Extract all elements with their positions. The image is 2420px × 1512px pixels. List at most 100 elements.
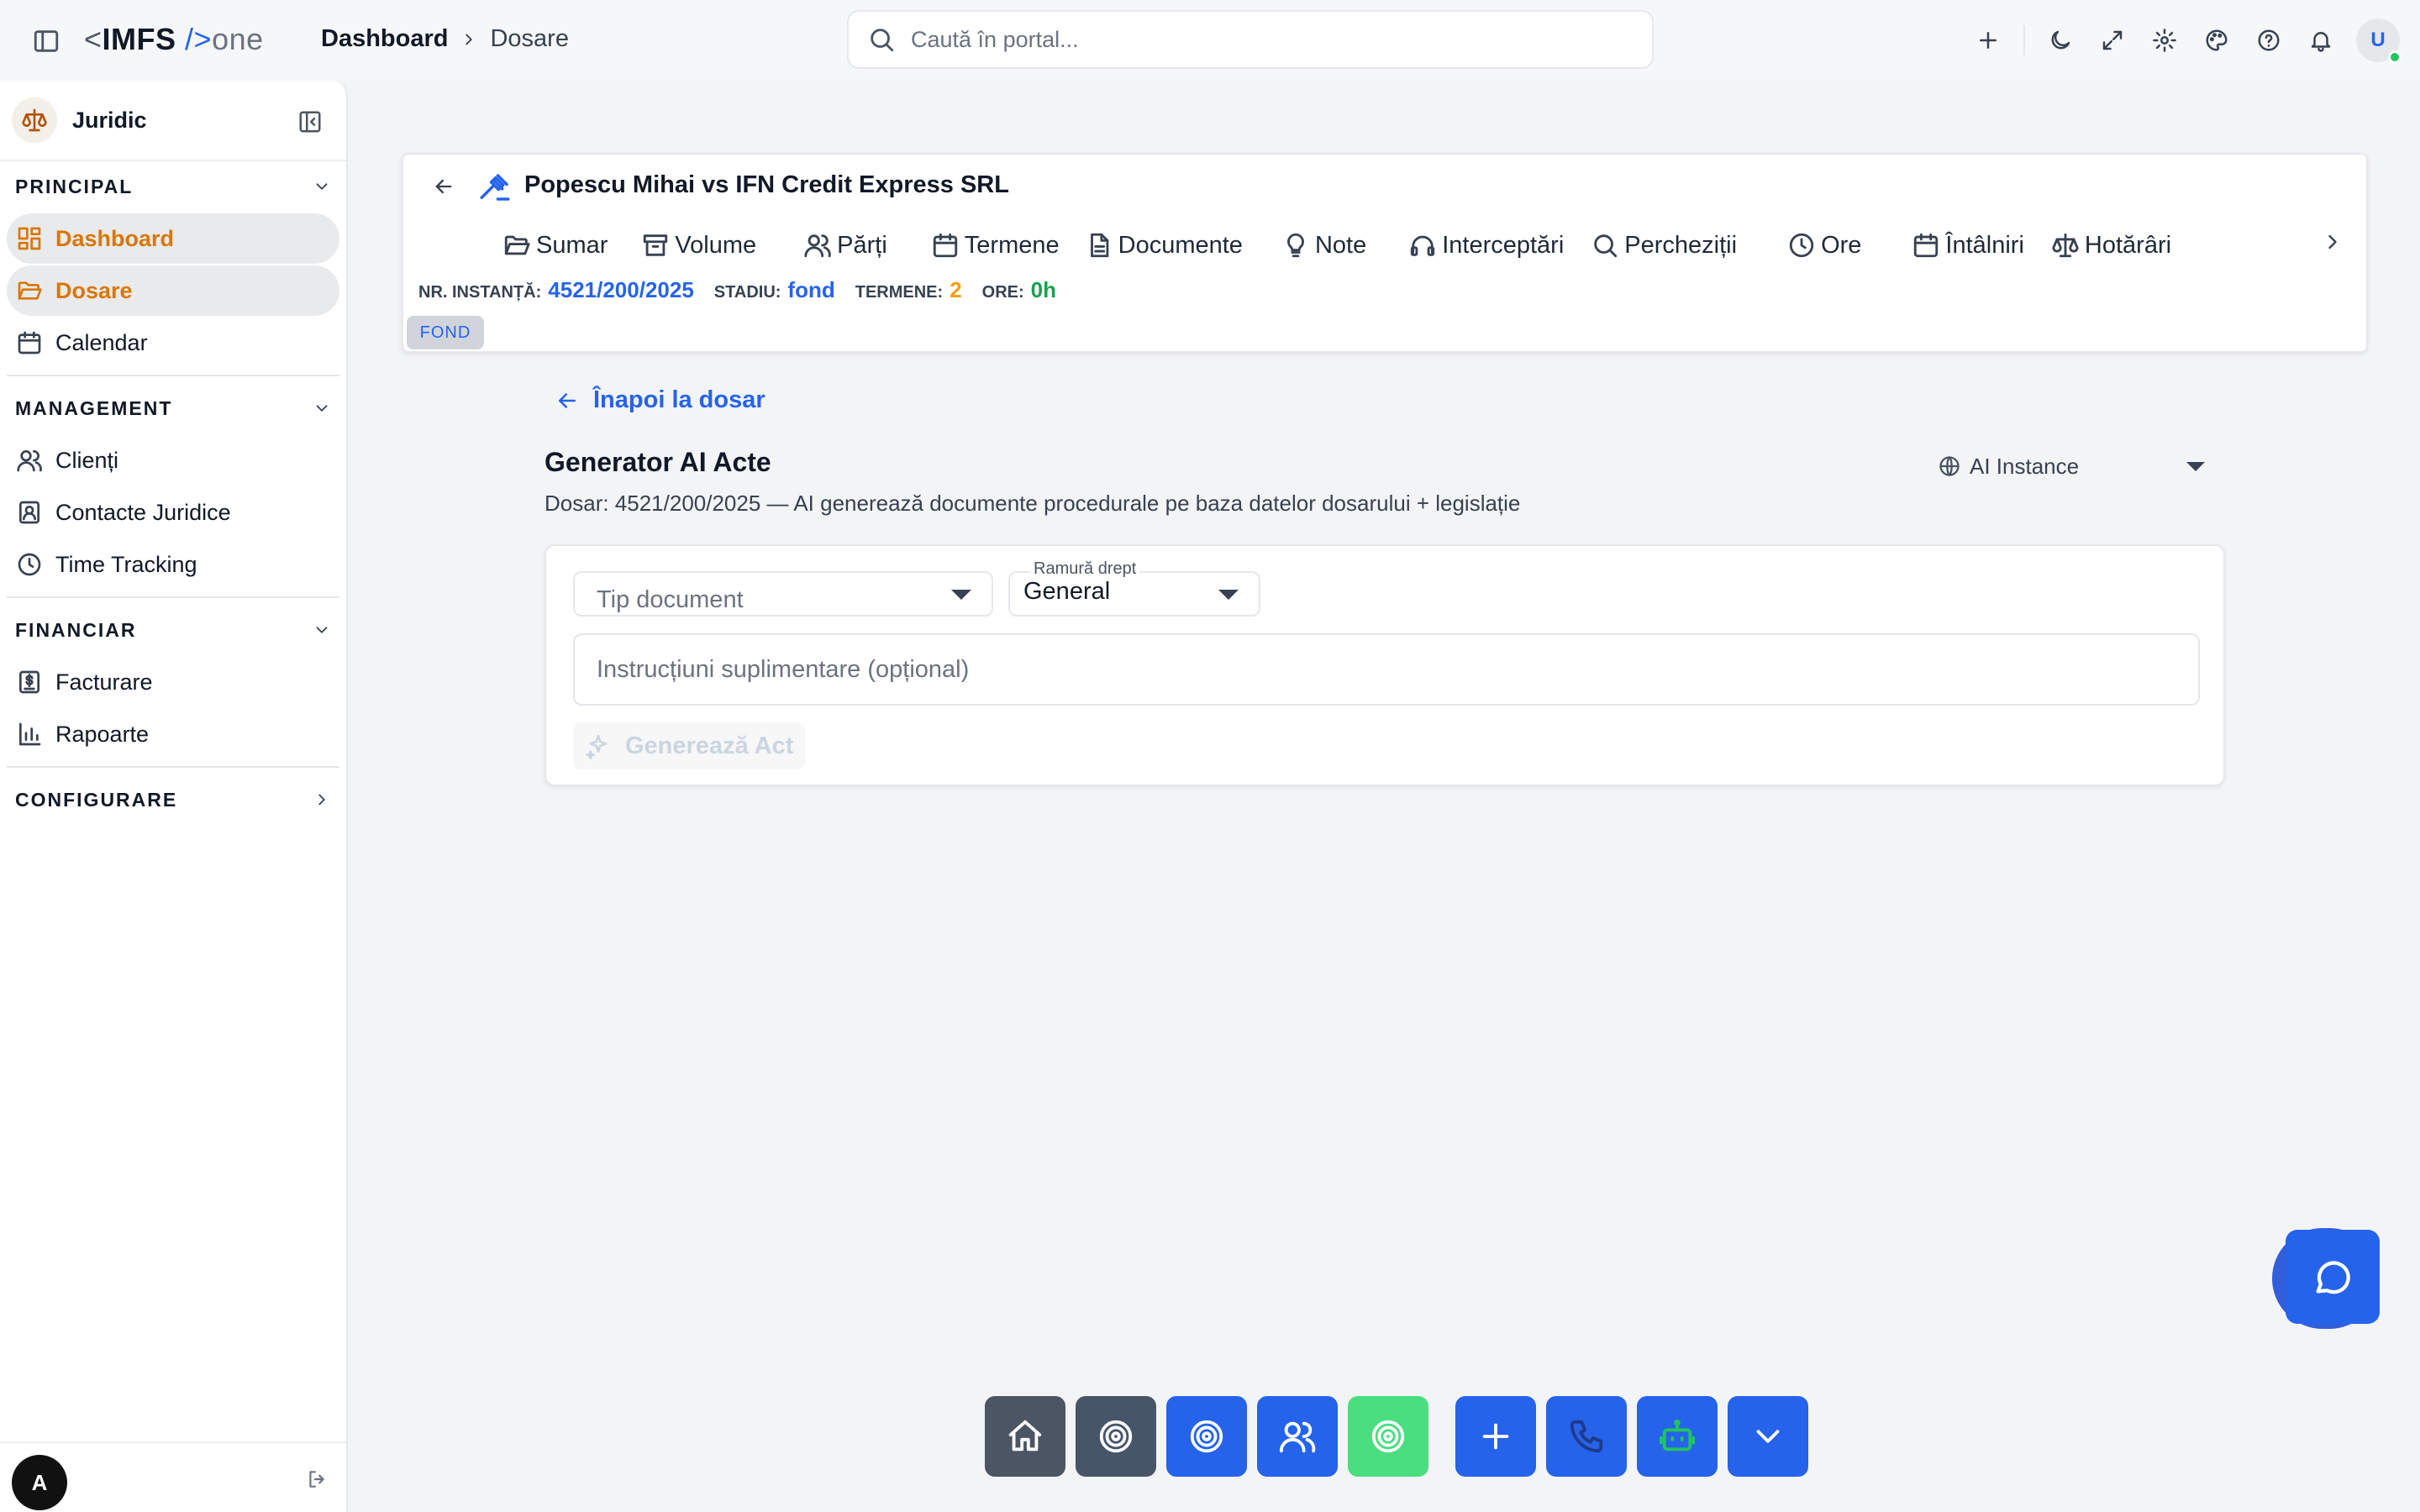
- search-placeholder: Caută în portal...: [911, 26, 1079, 52]
- dock-target-button-1[interactable]: [1076, 1396, 1156, 1477]
- chat-bubble-icon: [2316, 1261, 2350, 1294]
- sidebar-toggle-icon[interactable]: [32, 27, 60, 55]
- generate-act-button[interactable]: Generează Act: [573, 722, 806, 769]
- tab-label: Sumar: [536, 231, 608, 259]
- folder-open-icon: [13, 275, 45, 307]
- robot-icon: [1659, 1419, 1696, 1452]
- law-branch-value: General: [1023, 578, 1111, 605]
- tab-label: Note: [1314, 231, 1367, 259]
- sidebar-item-dashboard[interactable]: Dashboard: [7, 213, 339, 264]
- fullscreen-icon[interactable]: [2096, 24, 2129, 57]
- ai-instance-select[interactable]: AI Instance: [1924, 442, 2223, 491]
- sparkles-icon: [586, 734, 608, 759]
- app-logo[interactable]: <IMFS />one: [84, 22, 264, 57]
- tab-label: Volume: [675, 231, 757, 259]
- sidebar-item-calendar[interactable]: Calendar: [7, 318, 339, 368]
- status-badge: FOND: [407, 316, 484, 349]
- dock-phone-button[interactable]: [1546, 1396, 1627, 1477]
- top-bar: <IMFS />one Dashboard Dosare Caută în po…: [0, 0, 2420, 81]
- back-link-label: Înapoi la dosar: [593, 386, 765, 413]
- sidebar-item-label: Rapoarte: [55, 721, 150, 747]
- dock-expand-button[interactable]: [1728, 1396, 1808, 1477]
- palette-icon[interactable]: [2200, 24, 2233, 57]
- tab-note[interactable]: Note: [1281, 225, 1366, 265]
- sidebar-divider: [7, 375, 339, 376]
- arrow-left-icon: [559, 392, 576, 408]
- gear-icon[interactable]: [2148, 24, 2181, 57]
- target-icon: [1099, 1420, 1133, 1453]
- dock-home-button[interactable]: [985, 1396, 1065, 1477]
- search-input[interactable]: Caută în portal...: [847, 10, 1654, 69]
- plus-icon[interactable]: [1971, 24, 2005, 57]
- meta-nr-label: NR. INSTANȚĂ:: [418, 283, 542, 302]
- instructions-input[interactable]: Instrucțiuni suplimentare (opțional): [573, 633, 2200, 706]
- ai-instance-value: AI Instance: [1970, 453, 2080, 479]
- section-label: FINANCIAR: [15, 618, 137, 641]
- meta-stadiu-value: fond: [787, 277, 835, 302]
- dock-target-button-2[interactable]: [1166, 1396, 1247, 1477]
- moon-icon[interactable]: [2044, 24, 2077, 57]
- breadcrumb-dashboard[interactable]: Dashboard: [321, 25, 448, 53]
- tab-sumar[interactable]: Sumar: [502, 225, 608, 265]
- tab-documente[interactable]: Documente: [1085, 225, 1243, 265]
- collapse-sidebar-icon[interactable]: [297, 109, 323, 134]
- arrow-left-icon[interactable]: [432, 175, 455, 198]
- caret-down-icon: [2186, 462, 2205, 471]
- tab-ore[interactable]: Ore: [1787, 225, 1861, 265]
- plus-icon: [1482, 1423, 1509, 1450]
- meta-termene-label: TERMENE:: [855, 283, 944, 302]
- section-management[interactable]: MANAGEMENT: [0, 383, 346, 433]
- sidebar-item-dosare[interactable]: Dosare: [7, 265, 339, 316]
- contact-card-icon: [13, 496, 45, 528]
- law-branch-select[interactable]: Ramură drept General: [1008, 559, 1260, 617]
- sidebar-title: Juridic: [72, 107, 147, 133]
- sidebar-item-facturare[interactable]: Facturare: [7, 657, 339, 707]
- dock-users-button[interactable]: [1257, 1396, 1338, 1477]
- sidebar-item-contacte-juridice[interactable]: Contacte Juridice: [7, 487, 339, 538]
- sidebar: Juridic PRINCIPAL Dashboard Dosare Calen…: [0, 81, 348, 1512]
- tab-label: Ore: [1821, 231, 1862, 259]
- document-type-select[interactable]: Tip document: [573, 571, 993, 617]
- logo-name: IMFS: [102, 22, 176, 56]
- sidebar-item-clienti[interactable]: Clienți: [7, 435, 339, 486]
- chevron-right-icon: [460, 30, 478, 49]
- sidebar-footer: A: [0, 1441, 346, 1512]
- case-header: Popescu Mihai vs IFN Credit Express SRL …: [402, 153, 2368, 353]
- tab-intalniri[interactable]: Întâlniri: [1912, 225, 2024, 265]
- tab-parti[interactable]: Părți: [803, 225, 887, 265]
- sidebar-item-label: Dosare: [55, 277, 133, 303]
- chevron-right-icon[interactable]: [2321, 230, 2344, 254]
- bell-icon[interactable]: [2304, 24, 2338, 57]
- archive-icon: [644, 234, 668, 256]
- sidebar-item-rapoarte[interactable]: Rapoarte: [7, 709, 339, 759]
- section-configurare[interactable]: CONFIGURARE: [0, 774, 346, 825]
- avatar[interactable]: U: [2356, 18, 2402, 64]
- clock-icon: [13, 549, 45, 580]
- logo-bracket: <: [84, 22, 103, 56]
- chevron-down-icon: [313, 177, 331, 196]
- breadcrumb-dosare[interactable]: Dosare: [490, 25, 569, 53]
- dock-bot-button[interactable]: [1637, 1396, 1718, 1477]
- user-avatar[interactable]: A: [12, 1455, 67, 1510]
- tab-perchezitii[interactable]: Percheziții: [1591, 225, 1737, 265]
- dock-add-button[interactable]: [1455, 1396, 1536, 1477]
- logout-icon[interactable]: [306, 1468, 328, 1490]
- tab-termene[interactable]: Termene: [931, 225, 1060, 265]
- section-principal[interactable]: PRINCIPAL: [0, 161, 346, 212]
- calendar-icon: [933, 233, 957, 258]
- chevron-right-icon: [313, 790, 331, 809]
- logo-slash: />: [185, 22, 213, 56]
- sidebar-divider: [7, 766, 339, 768]
- section-financiar[interactable]: FINANCIAR: [0, 605, 346, 655]
- back-to-case-link[interactable]: Înapoi la dosar: [555, 386, 765, 414]
- help-icon[interactable]: [2252, 24, 2286, 57]
- tab-interceptari[interactable]: Interceptări: [1408, 225, 1564, 265]
- dock-target-button-3[interactable]: [1348, 1396, 1428, 1477]
- invoice-icon: [13, 666, 45, 698]
- case-title: Popescu Mihai vs IFN Credit Express SRL: [524, 171, 1009, 198]
- tab-volume[interactable]: Volume: [641, 225, 756, 265]
- tab-hotarari[interactable]: Hotărâri: [2051, 225, 2171, 265]
- sidebar-item-time-tracking[interactable]: Time Tracking: [7, 539, 339, 590]
- instructions-placeholder: Instrucțiuni suplimentare (opțional): [597, 655, 970, 683]
- chat-button[interactable]: [2286, 1230, 2380, 1324]
